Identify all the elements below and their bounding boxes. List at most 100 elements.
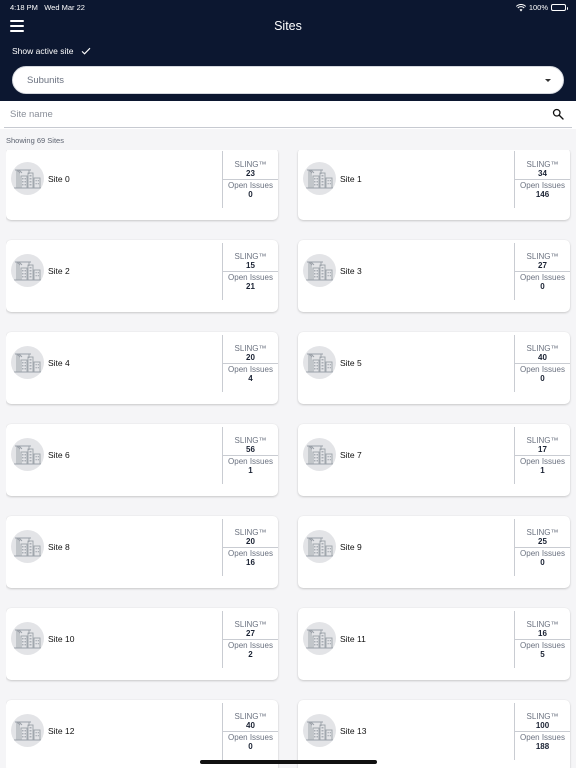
site-name: Site 10: [48, 634, 75, 644]
building-crane-icon: [14, 537, 41, 557]
page-title: Sites: [274, 19, 302, 33]
stat-separator: [223, 731, 278, 732]
open-issues-label: Open Issues: [228, 549, 273, 558]
site-name: Site 4: [48, 358, 70, 368]
stat-separator: [223, 639, 278, 640]
site-name: Site 0: [48, 174, 70, 184]
site-name-search-input[interactable]: [4, 101, 544, 128]
sling-value: 34: [538, 169, 547, 178]
site-avatar: [11, 530, 44, 563]
site-card[interactable]: Site 7 SLING™ 17 Open Issues 1: [298, 424, 570, 496]
site-stats: SLING™ 20 Open Issues 16: [223, 516, 278, 588]
site-avatar: [303, 530, 336, 563]
site-card[interactable]: Site 8 SLING™ 20 Open Issues 16: [6, 516, 278, 588]
sling-label: SLING™: [526, 252, 559, 261]
showing-count: Showing 69 Sites: [6, 136, 64, 145]
site-name: Site 13: [340, 726, 367, 736]
site-avatar: [11, 622, 44, 655]
sling-label: SLING™: [526, 160, 559, 169]
sling-label: SLING™: [526, 712, 559, 721]
site-avatar: [11, 162, 44, 195]
open-issues-value: 146: [535, 190, 550, 199]
sling-label: SLING™: [234, 160, 267, 169]
status-clock: 4:18 PM: [10, 3, 38, 12]
open-issues-value: 2: [248, 650, 253, 659]
site-card[interactable]: Site 5 SLING™ 40 Open Issues 0: [298, 332, 570, 404]
site-stats: SLING™ 17 Open Issues 1: [515, 424, 570, 496]
sling-label: SLING™: [526, 436, 559, 445]
sling-label: SLING™: [526, 620, 559, 629]
status-date: Wed Mar 22: [44, 3, 85, 12]
sling-value: 56: [246, 445, 255, 454]
site-card[interactable]: Site 6 SLING™ 56 Open Issues 1: [6, 424, 278, 496]
site-card[interactable]: Site 11 SLING™ 16 Open Issues 5: [298, 608, 570, 680]
building-crane-icon: [306, 721, 333, 741]
stat-separator: [515, 363, 570, 364]
site-card[interactable]: Site 13 SLING™ 100 Open Issues 188: [298, 700, 570, 768]
stat-separator: [223, 547, 278, 548]
caret-down-icon: [545, 79, 551, 82]
open-issues-label: Open Issues: [520, 549, 565, 558]
site-name: Site 6: [48, 450, 70, 460]
wifi-icon: [515, 3, 526, 11]
open-issues-value: 4: [248, 374, 253, 383]
site-name: Site 7: [340, 450, 362, 460]
stat-separator: [515, 639, 570, 640]
status-indicators: 100%: [515, 3, 568, 12]
search-icon[interactable]: [552, 108, 564, 120]
site-stats: SLING™ 56 Open Issues 1: [223, 424, 278, 496]
home-indicator: [200, 760, 377, 764]
open-issues-label: Open Issues: [228, 457, 273, 466]
stat-separator: [515, 731, 570, 732]
site-stats: SLING™ 40 Open Issues 0: [223, 700, 278, 768]
site-name: Site 2: [48, 266, 70, 276]
open-issues-label: Open Issues: [228, 733, 273, 742]
site-card[interactable]: Site 0 SLING™ 23 Open Issues 0: [6, 150, 278, 220]
status-time: 4:18 PM Wed Mar 22: [10, 3, 85, 12]
site-card[interactable]: Site 1 SLING™ 34 Open Issues 146: [298, 150, 570, 220]
status-bar: 4:18 PM Wed Mar 22 100%: [0, 0, 576, 14]
sling-label: SLING™: [526, 528, 559, 537]
open-issues-value: 0: [540, 282, 545, 291]
site-stats: SLING™ 100 Open Issues 188: [515, 700, 570, 768]
stat-separator: [223, 455, 278, 456]
building-crane-icon: [306, 629, 333, 649]
stat-separator: [515, 179, 570, 180]
open-issues-label: Open Issues: [520, 273, 565, 282]
site-avatar: [303, 162, 336, 195]
building-crane-icon: [14, 445, 41, 465]
site-stats: SLING™ 34 Open Issues 146: [515, 150, 570, 220]
site-avatar: [11, 346, 44, 379]
sling-value: 40: [538, 353, 547, 362]
building-crane-icon: [14, 261, 41, 281]
sling-value: 23: [246, 169, 255, 178]
site-card[interactable]: Site 9 SLING™ 25 Open Issues 0: [298, 516, 570, 588]
site-card[interactable]: Site 12 SLING™ 40 Open Issues 0: [6, 700, 278, 768]
open-issues-label: Open Issues: [228, 641, 273, 650]
site-card[interactable]: Site 2 SLING™ 15 Open Issues 21: [6, 240, 278, 312]
sling-label: SLING™: [234, 712, 267, 721]
sling-value: 20: [246, 353, 255, 362]
site-avatar: [303, 438, 336, 471]
building-crane-icon: [306, 537, 333, 557]
show-active-site-label: Show active site: [12, 46, 74, 56]
building-crane-icon: [306, 445, 333, 465]
site-card[interactable]: Site 4 SLING™ 20 Open Issues 4: [6, 332, 278, 404]
site-name: Site 1: [340, 174, 362, 184]
stat-separator: [223, 179, 278, 180]
site-stats: SLING™ 23 Open Issues 0: [223, 150, 278, 220]
sling-value: 20: [246, 537, 255, 546]
site-name: Site 3: [340, 266, 362, 276]
open-issues-value: 1: [540, 466, 545, 475]
show-active-site-toggle[interactable]: Show active site: [12, 46, 91, 56]
search-bar: [0, 101, 576, 129]
open-issues-value: 0: [248, 742, 253, 751]
site-card[interactable]: Site 3 SLING™ 27 Open Issues 0: [298, 240, 570, 312]
subunits-dropdown[interactable]: Subunits: [12, 66, 564, 94]
open-issues-label: Open Issues: [228, 181, 273, 190]
sling-value: 27: [538, 261, 547, 270]
site-name: Site 11: [340, 634, 366, 644]
site-card[interactable]: Site 10 SLING™ 27 Open Issues 2: [6, 608, 278, 680]
site-stats: SLING™ 25 Open Issues 0: [515, 516, 570, 588]
open-issues-value: 21: [246, 282, 255, 291]
